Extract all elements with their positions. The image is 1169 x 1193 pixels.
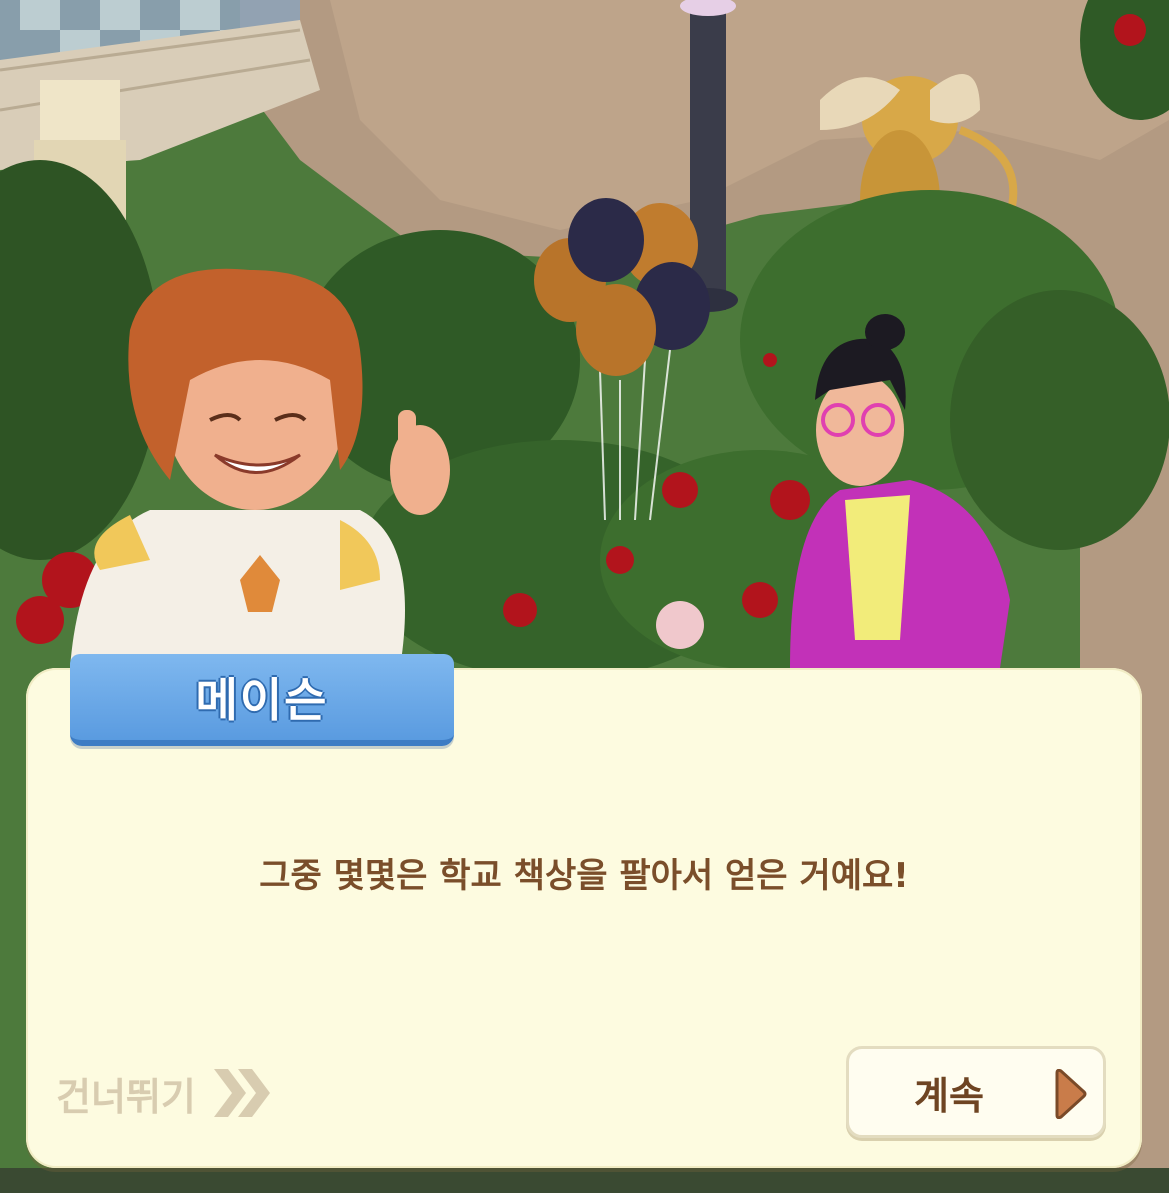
- continue-button[interactable]: 계속: [846, 1046, 1106, 1138]
- skip-button[interactable]: 건너뛰기: [56, 1060, 274, 1126]
- speaker-name-tag: 메이슨: [70, 654, 454, 746]
- double-chevron-right-icon: [213, 1069, 270, 1117]
- skip-label: 건너뛰기: [56, 1074, 196, 1119]
- continue-label: 계속: [914, 1073, 984, 1118]
- play-triangle-icon: [1055, 1069, 1087, 1119]
- speaker-name: 메이슨: [195, 673, 329, 727]
- dialog-text: 그중 몇몇은 학교 책상을 팔아서 얻은 거예요!: [259, 856, 909, 896]
